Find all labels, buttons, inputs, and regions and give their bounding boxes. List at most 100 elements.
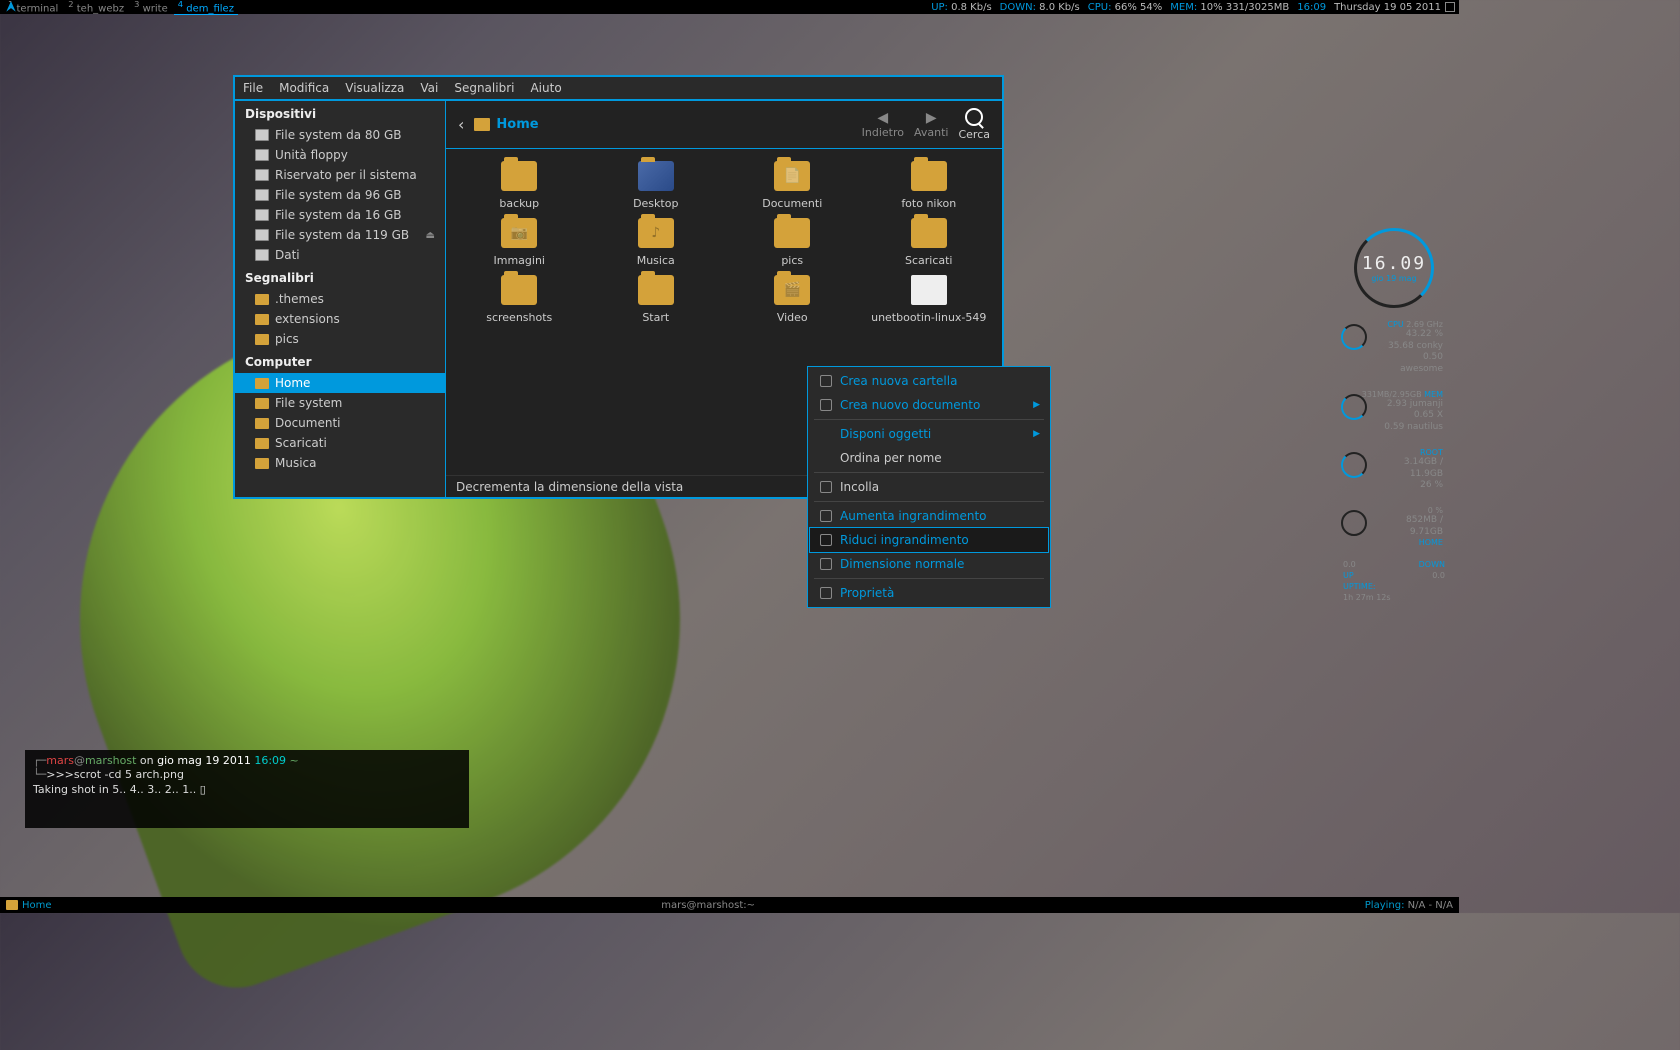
file-item[interactable]: unetbootin-linux-549 <box>866 275 993 324</box>
nav-forward-button[interactable]: ▶Avanti <box>914 110 948 139</box>
sidebar-item[interactable]: Riservato per il sistema <box>235 165 445 185</box>
fold-icon: 📷 <box>501 218 537 248</box>
conky-cpu: CPU 2.69 GHz43.22 %35.68 conky0.50 aweso… <box>1339 316 1449 380</box>
menu-item-icon <box>820 534 832 546</box>
fold-icon <box>638 275 674 305</box>
sidebar-item[interactable]: .themes <box>235 289 445 309</box>
search-button[interactable]: Cerca <box>958 108 990 141</box>
workspace-2[interactable]: 2 teh_webz <box>64 0 128 15</box>
conky-root: ROOT3.14GB / 11.9GB26 % <box>1339 444 1449 496</box>
separator <box>814 578 1044 579</box>
now-playing: Playing: N/A - N/A <box>1365 900 1453 911</box>
net-down: DOWN: 8.0 Kb/s <box>996 2 1084 13</box>
conky-date: gio 19 mag <box>1371 274 1416 283</box>
sidebar-item[interactable]: File system da 119 GB⏏ <box>235 225 445 245</box>
back-arrow-icon[interactable]: ‹ <box>458 115 464 134</box>
location-bar[interactable]: Home <box>474 117 538 132</box>
fold-icon: ♪ <box>638 218 674 248</box>
separator <box>814 419 1044 420</box>
sidebar-item[interactable]: File system da 16 GB <box>235 205 445 225</box>
menu-aiuto[interactable]: Aiuto <box>530 81 561 95</box>
menu-item[interactable]: Riduci ingrandimento <box>809 527 1049 553</box>
fold-icon <box>501 161 537 191</box>
bottom-panel: Home mars@marshost:~ Playing: N/A - N/A <box>0 897 1459 913</box>
workspace-3[interactable]: 3 write <box>130 0 172 15</box>
drive-icon <box>255 149 269 161</box>
terminal-line: Taking shot in 5.. 4.. 3.. 2.. 1.. ▯ <box>33 783 461 797</box>
drive-icon <box>255 249 269 261</box>
menu-segnalibri[interactable]: Segnalibri <box>454 81 514 95</box>
menu-item[interactable]: Dimensione normale <box>810 552 1048 576</box>
folder-icon <box>255 398 269 409</box>
conky-mem: 331MB/2.95GB MEM2.93 jumanji0.65 X0.59 n… <box>1339 386 1449 438</box>
menu-item[interactable]: Disponi oggetti▶ <box>810 422 1048 446</box>
terminal-line: └─>>>scrot -cd 5 arch.png <box>33 768 461 782</box>
drive-icon <box>255 129 269 141</box>
eject-icon[interactable]: ⏏ <box>426 230 435 241</box>
workspace-list: 1 terminal2 teh_webz3 write4 dem_filez <box>4 0 238 15</box>
menu-item[interactable]: Ordina per nome <box>810 446 1048 470</box>
menu-item-icon <box>820 510 832 522</box>
file-item[interactable]: ♪Musica <box>593 218 720 267</box>
menu-item[interactable]: Crea nuova cartella <box>810 369 1048 393</box>
menu-item-icon <box>820 558 832 570</box>
file-item[interactable]: foto nikon <box>866 161 993 210</box>
sidebar-item[interactable]: Musica <box>235 453 445 473</box>
sidebar-item[interactable]: Dati <box>235 245 445 265</box>
sidebar-item[interactable]: Documenti <box>235 413 445 433</box>
folder-icon <box>255 458 269 469</box>
menubar: File Modifica Visualizza Vai Segnalibri Aiuto <box>235 77 1002 99</box>
file-item[interactable]: pics <box>729 218 856 267</box>
taskbar-item[interactable]: Home <box>22 900 52 911</box>
sidebar-item[interactable]: pics <box>235 329 445 349</box>
file-item[interactable]: screenshots <box>456 275 583 324</box>
sidebar-item[interactable]: Scaricati <box>235 433 445 453</box>
sidebar-item[interactable]: Unità floppy <box>235 145 445 165</box>
clock-date: Thursday 19 05 2011 <box>1330 2 1445 13</box>
file-item[interactable]: 📷Immagini <box>456 218 583 267</box>
submenu-arrow-icon: ▶ <box>1033 429 1040 439</box>
menu-item-icon <box>820 481 832 493</box>
file-item[interactable]: Start <box>593 275 720 324</box>
fold-icon <box>774 218 810 248</box>
sidebar-item[interactable]: File system da 80 GB <box>235 125 445 145</box>
sidebar-item[interactable]: File system <box>235 393 445 413</box>
terminal-window[interactable]: ┌─mars@marshost on gio mag 19 2011 16:09… <box>25 750 469 828</box>
fold-icon <box>501 275 537 305</box>
menu-file[interactable]: File <box>243 81 263 95</box>
search-icon <box>965 108 983 126</box>
workspace-4[interactable]: 4 dem_filez <box>174 0 238 15</box>
conky-net: 0.0DOWN UP0.0 UPTIME: 1h 27m 12s <box>1339 559 1449 603</box>
conky-home: 0 %852MB / 9.71GBHOME <box>1339 502 1449 553</box>
tray-icon[interactable] <box>1445 2 1455 12</box>
nav-back-button[interactable]: ◀Indietro <box>862 110 904 139</box>
sidebar-item[interactable]: File system da 96 GB <box>235 185 445 205</box>
fold-icon <box>911 161 947 191</box>
file-item[interactable]: 🎬Video <box>729 275 856 324</box>
sidebar-item[interactable]: Home <box>235 373 445 393</box>
menu-item[interactable]: Aumenta ingrandimento <box>810 504 1048 528</box>
folder-icon <box>255 378 269 389</box>
file-item[interactable]: 📄Documenti <box>729 161 856 210</box>
sidebar-item[interactable]: extensions <box>235 309 445 329</box>
menu-modifica[interactable]: Modifica <box>279 81 329 95</box>
conky-widget: 16.09gio 19 mag CPU 2.69 GHz43.22 %35.68… <box>1339 228 1449 603</box>
home-folder-icon <box>474 118 490 131</box>
file-item[interactable]: Desktop <box>593 161 720 210</box>
menu-item[interactable]: Incolla <box>810 475 1048 499</box>
sidebar-section: Computer <box>235 349 445 373</box>
menu-item-icon <box>820 399 832 411</box>
terminal-line: ┌─mars@marshost on gio mag 19 2011 16:09… <box>33 754 461 768</box>
arch-logo-icon <box>4 0 18 14</box>
file-item[interactable]: Scaricati <box>866 218 993 267</box>
drive-icon <box>255 229 269 241</box>
conky-time: 16.09 <box>1362 253 1426 274</box>
menu-vai[interactable]: Vai <box>420 81 438 95</box>
folder-icon <box>255 438 269 449</box>
menu-item[interactable]: Crea nuovo documento▶ <box>810 393 1048 417</box>
menu-item[interactable]: Proprietà <box>810 581 1048 605</box>
menu-visualizza[interactable]: Visualizza <box>345 81 404 95</box>
menu-item-icon <box>820 587 832 599</box>
file-item[interactable]: backup <box>456 161 583 210</box>
folder-icon <box>255 294 269 305</box>
